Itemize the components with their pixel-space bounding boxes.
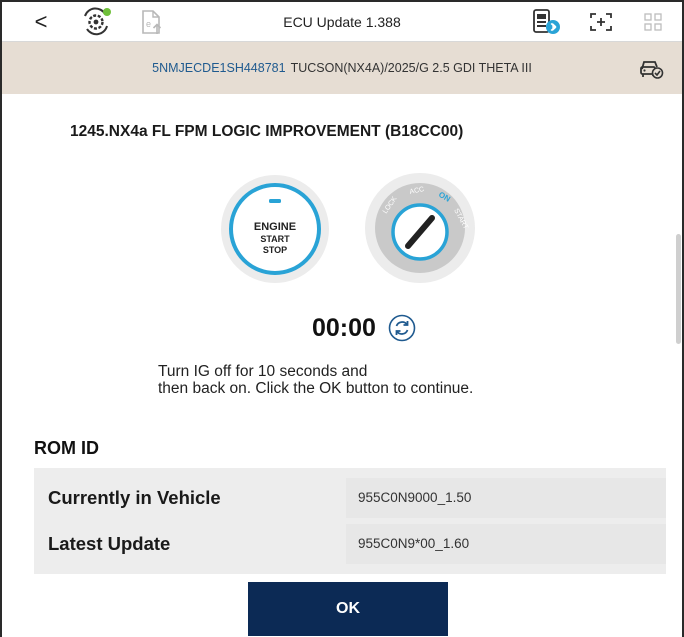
timer-row: 00:00 (312, 310, 416, 346)
vin-number: 5NMJECDE1SH448781 (152, 61, 286, 75)
capture-button[interactable] (586, 2, 616, 42)
engine-label-line3: STOP (263, 245, 287, 255)
back-icon: < (34, 9, 48, 34)
upload-file-icon: e (142, 10, 162, 34)
top-toolbar: ECU Update 1.388 < e (2, 2, 682, 42)
rom-key-latest: Latest Update (48, 533, 171, 554)
ignition-key-icon: LOCK ACC ON START (365, 173, 475, 283)
rom-value-current: 955C0N9000_1.50 (346, 478, 666, 518)
rom-id-table: Currently in Vehicle 955C0N9000_1.50 Lat… (34, 468, 666, 574)
capture-icon (590, 13, 612, 31)
scrollbar[interactable] (676, 234, 681, 344)
ecu-update-window: ECU Update 1.388 < e 5NMJECDE1SH448781 T… (0, 0, 684, 637)
upload-file-button[interactable]: e (136, 2, 166, 42)
instruction-text: Turn IG off for 10 seconds and then back… (158, 363, 474, 397)
vehicle-info-bar: 5NMJECDE1SH448781 TUCSON(NX4A)/2025/G 2.… (2, 42, 682, 94)
rom-value-latest: 955C0N9*00_1.60 (346, 524, 666, 564)
vehicle-check-icon[interactable] (638, 56, 664, 80)
engine-label-line1: ENGINE (254, 221, 296, 233)
scan-button[interactable] (78, 2, 114, 42)
back-button[interactable]: < (26, 2, 56, 42)
rom-key-current: Currently in Vehicle (48, 487, 221, 508)
vci-bluetooth-button[interactable] (528, 2, 564, 42)
scan-gear-icon (84, 7, 111, 36)
engine-start-stop-icon: ENGINE START STOP (221, 175, 329, 283)
grid-menu-button[interactable] (640, 2, 666, 42)
refresh-icon[interactable] (388, 314, 416, 342)
engine-label-line2: START (260, 234, 290, 244)
update-title: 1245.NX4a FL FPM LOGIC IMPROVEMENT (B18C… (70, 123, 464, 140)
bluetooth-vci-icon (533, 9, 560, 34)
vehicle-line: 5NMJECDE1SH448781 TUCSON(NX4A)/2025/G 2.… (2, 42, 682, 94)
rom-id-heading: ROM ID (34, 438, 99, 458)
rom-row-latest: Latest Update 955C0N9*00_1.60 (34, 524, 666, 564)
rom-row-current: Currently in Vehicle 955C0N9000_1.50 (34, 478, 666, 518)
vehicle-model: TUCSON(NX4A)/2025/G 2.5 GDI THETA III (290, 61, 532, 75)
ok-button[interactable]: OK (248, 582, 448, 636)
svg-text:e: e (146, 19, 151, 29)
grid-icon (644, 13, 662, 31)
countdown-timer: 00:00 (312, 313, 376, 342)
